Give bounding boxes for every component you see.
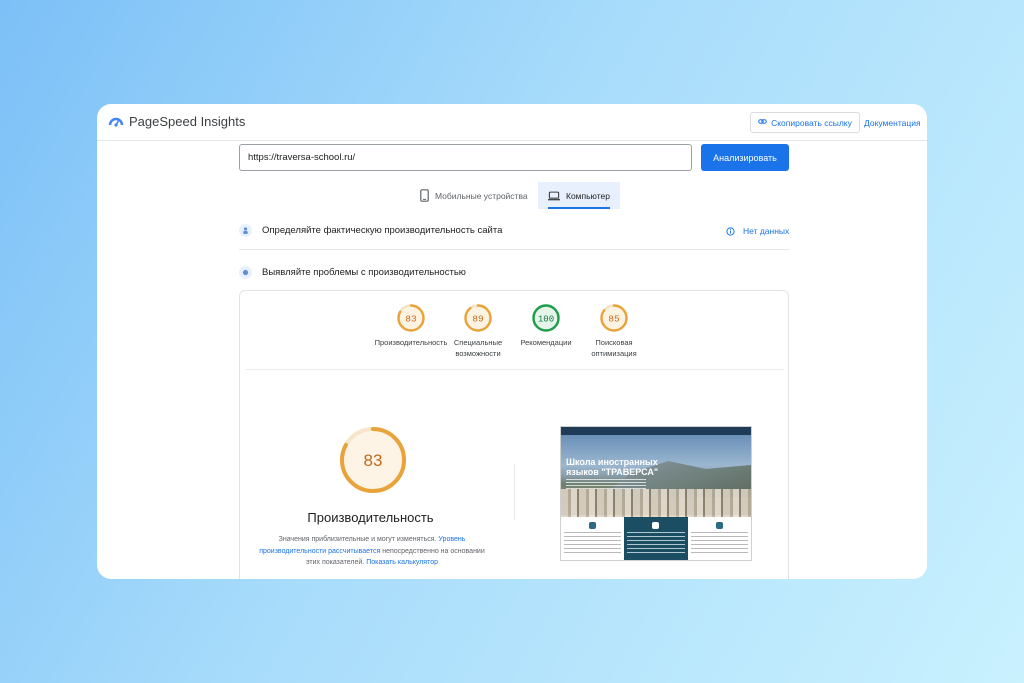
performance-score: 83 [364, 451, 383, 470]
report-panel: 83 Производительность 89 Специальные воз… [239, 290, 789, 579]
copy-link-button[interactable]: Скопировать ссылку [750, 112, 860, 133]
gauge-seo-value: 85 [608, 314, 620, 325]
no-data-label: Нет данных [743, 226, 790, 236]
lab-data-section: Выявляйте проблемы с производительностью [239, 266, 466, 279]
performance-desc-text-1: Значения приблизительные и могут изменят… [278, 536, 439, 543]
gauge-accessibility-value: 89 [472, 314, 484, 325]
field-data-title: Определяйте фактическую производительнос… [262, 225, 503, 236]
gauge-seo[interactable]: 85 Поисковая оптимизация [574, 303, 654, 359]
site-nav-bar [561, 427, 751, 435]
pagespeed-window: PageSpeed Insights Скопировать ссылку До… [97, 104, 927, 579]
gauges-divider [246, 369, 784, 370]
performance-description: Значения приблизительные и могут изменят… [258, 534, 486, 569]
site-card [561, 517, 625, 560]
headphones-icon [589, 522, 597, 529]
gauge-performance-value: 83 [405, 314, 417, 325]
site-hero-subtitle [566, 479, 646, 491]
documentation-link[interactable]: Документация [864, 118, 921, 128]
score-gauges: 83 Производительность 89 Специальные воз… [240, 291, 790, 371]
gauge-seo-label: Поисковая оптимизация [591, 338, 637, 358]
site-card [624, 517, 688, 560]
site-screenshot: Школа иностранных языков "ТРАВЕРСА" [560, 426, 752, 561]
link-icon [758, 117, 767, 128]
tab-mobile-label: Мобильные устройства [435, 190, 528, 201]
performance-big-gauge: 83 [338, 425, 408, 500]
field-data-section: Определяйте фактическую производительнос… [239, 224, 502, 237]
users-icon [239, 224, 252, 237]
lab-data-title: Выявляйте проблемы с производительностью [262, 267, 466, 278]
pagespeed-logo-icon [108, 117, 124, 127]
site-feature-cards [561, 517, 751, 560]
laptop-icon [548, 191, 560, 200]
section-divider [239, 249, 789, 250]
analyze-button[interactable]: Анализировать [701, 144, 789, 171]
performance-title: Производительность [307, 510, 434, 525]
no-data-indicator[interactable]: Нет данных [726, 226, 789, 236]
tab-desktop-label: Компьютер [566, 190, 610, 201]
tab-mobile[interactable]: Мобильные устройства [410, 182, 538, 209]
site-hero-city [561, 489, 751, 519]
gauge-best-practices-value: 100 [538, 315, 554, 325]
vertical-divider [514, 464, 515, 520]
site-card [687, 517, 751, 560]
lab-flask-icon [239, 266, 252, 279]
chat-icon [715, 522, 723, 529]
show-calculator-link[interactable]: Показать калькулятор [366, 559, 438, 566]
info-icon [726, 226, 735, 236]
top-bar: PageSpeed Insights Скопировать ссылку До… [97, 104, 927, 141]
smartphone-icon [420, 189, 429, 202]
site-hero-title: Школа иностранных языков "ТРАВЕРСА" [566, 457, 659, 477]
tab-desktop[interactable]: Компьютер [538, 182, 620, 209]
logo[interactable]: PageSpeed Insights [108, 113, 245, 129]
copy-link-label: Скопировать ссылку [771, 117, 852, 128]
thumbs-up-icon [652, 522, 660, 529]
app-name: PageSpeed Insights [129, 113, 246, 129]
url-input[interactable] [239, 144, 692, 171]
